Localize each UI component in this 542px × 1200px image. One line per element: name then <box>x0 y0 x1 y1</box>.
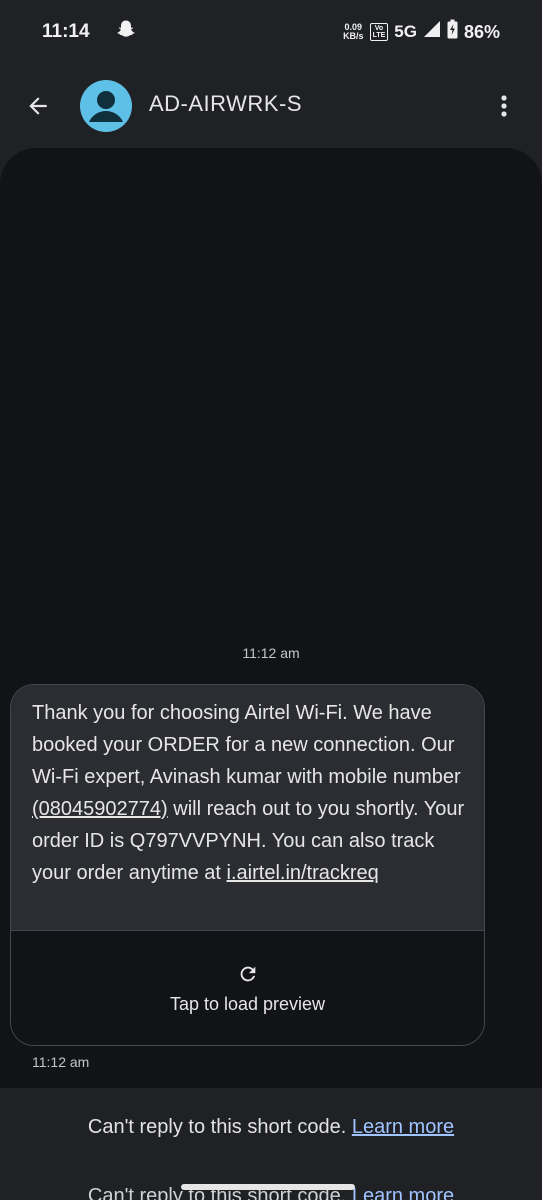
phone-number-link[interactable]: (08045902774) <box>32 798 168 820</box>
home-indicator[interactable] <box>181 1184 355 1190</box>
learn-more-echo: Learn more <box>351 1186 455 1200</box>
learn-more-link[interactable]: Learn more <box>352 1116 454 1138</box>
network-speed: 0.09 KB/s <box>343 23 364 41</box>
volte-top: Vo <box>374 25 384 32</box>
cant-reply-text: Can't reply to this short code. <box>87 1116 347 1138</box>
network-speed-unit: KB/s <box>343 31 364 41</box>
contact-avatar[interactable] <box>80 80 132 132</box>
message-timestamp-top: 11:12 am <box>242 645 300 661</box>
contact-name[interactable]: AD-AIRWRK-S <box>149 91 302 117</box>
network-type: 5G <box>394 22 417 41</box>
status-bar: 11:14 0.09 KB/s Vo LTE 5G 86% <box>0 0 542 64</box>
reply-info-area: Can't reply to this short code. Learn mo… <box>0 1088 542 1200</box>
refresh-icon <box>240 966 256 982</box>
more-vert-icon <box>501 95 507 117</box>
cant-reply-notice: Can't reply to this short code. Learn mo… <box>0 1116 542 1139</box>
conversation-area[interactable]: 11:12 am Thank you for choosing Airtel W… <box>0 148 542 1088</box>
status-right: 0.09 KB/s Vo LTE 5G 86% <box>343 19 500 45</box>
message-bubble[interactable]: Thank you for choosing Airtel Wi-Fi. We … <box>10 684 485 1046</box>
more-options-button[interactable] <box>488 86 520 126</box>
status-left: 11:14 <box>42 19 136 45</box>
tracking-url-link[interactable]: i.airtel.in/trackreq <box>227 862 379 884</box>
message-timestamp-bottom: 11:12 am <box>32 1054 90 1070</box>
snapchat-icon <box>116 19 136 45</box>
status-time: 11:14 <box>42 21 90 42</box>
message-part-1: Thank you for choosing Airtel Wi-Fi. We … <box>32 702 461 788</box>
preview-label: Tap to load preview <box>169 994 326 1014</box>
signal-icon <box>423 20 441 44</box>
arrow-back-icon <box>29 97 47 115</box>
volte-icon: Vo LTE <box>369 23 389 41</box>
person-icon <box>89 91 123 122</box>
volte-bottom: LTE <box>372 32 386 39</box>
battery-level: 86% <box>463 21 500 42</box>
message-text: Thank you for choosing Airtel Wi-Fi. We … <box>11 685 484 931</box>
app-bar: AD-AIRWRK-S <box>0 72 542 140</box>
link-preview-button[interactable]: Tap to load preview <box>11 931 484 1045</box>
back-button[interactable] <box>20 86 56 126</box>
battery-icon <box>447 19 458 45</box>
